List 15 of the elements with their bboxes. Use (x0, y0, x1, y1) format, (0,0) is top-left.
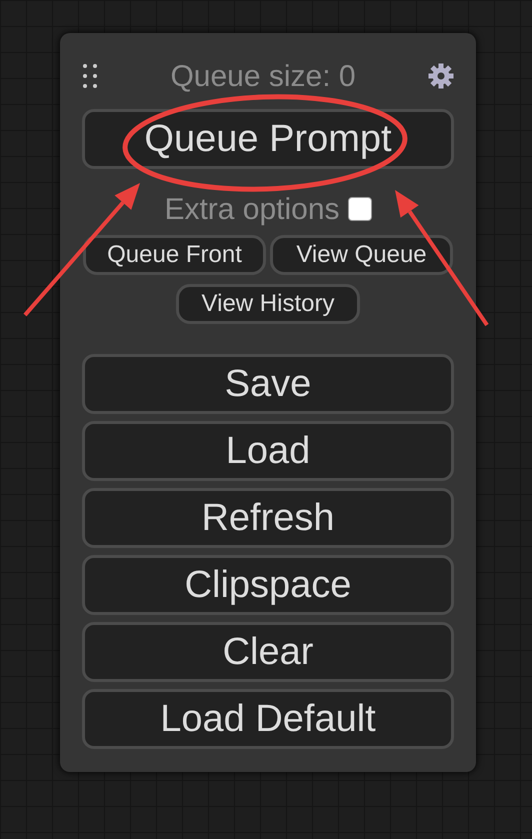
menu-button[interactable]: Refresh (82, 488, 454, 548)
menu-button[interactable]: Load Default (82, 689, 454, 749)
queue-option-button[interactable]: Queue Front (83, 235, 266, 275)
queue-option-button[interactable]: View Queue (270, 235, 453, 275)
menu-button[interactable]: Load (82, 421, 454, 481)
extra-options-checkbox[interactable] (348, 197, 372, 221)
queue-size-label: Queue size: 0 (170, 58, 356, 94)
menu-button[interactable]: Save (82, 354, 454, 414)
queue-option-button[interactable]: View History (176, 284, 360, 324)
menu-button[interactable]: Clear (82, 622, 454, 682)
menu-button[interactable]: Clipspace (82, 555, 454, 615)
extra-options-label: Extra options (164, 192, 340, 228)
settings-icon[interactable] (428, 63, 454, 89)
drag-handle-icon[interactable] (82, 63, 98, 89)
queue-prompt-button[interactable]: Queue Prompt (82, 109, 454, 169)
